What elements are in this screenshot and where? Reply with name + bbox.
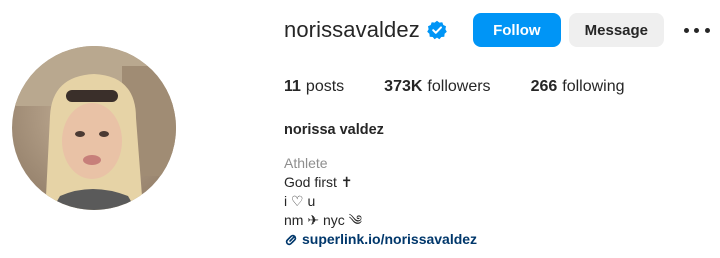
stat-value: 11 bbox=[284, 78, 301, 95]
bio-line: nm ✈ nyc ༄ bbox=[284, 212, 363, 228]
bio-line: i ♡ u bbox=[284, 193, 316, 209]
stat-value: 373K bbox=[384, 78, 423, 95]
stat-label: followers bbox=[427, 78, 491, 95]
bio-link[interactable]: superlink.io/norissavaldez bbox=[284, 230, 477, 249]
stat-label: following bbox=[562, 78, 625, 95]
category-label: Athlete bbox=[284, 155, 328, 171]
bio-line: God first ✝ bbox=[284, 174, 353, 190]
username: norissavaldez bbox=[284, 17, 420, 42]
profile-header: norissavaldez Follow Message bbox=[284, 12, 710, 48]
followers-count[interactable]: 373K followers bbox=[384, 78, 490, 96]
profile-avatar[interactable] bbox=[12, 46, 176, 210]
posts-count: 11 posts bbox=[284, 78, 344, 96]
more-options-icon[interactable] bbox=[683, 20, 710, 40]
message-button[interactable]: Message bbox=[568, 13, 664, 47]
dot bbox=[694, 27, 700, 33]
full-name: norissa valdez bbox=[284, 122, 384, 138]
following-count[interactable]: 266 following bbox=[531, 78, 625, 96]
profile-stats: 11 posts 373K followers 266 following bbox=[284, 78, 665, 96]
link-icon bbox=[284, 233, 298, 247]
dot bbox=[704, 27, 710, 33]
stat-value: 266 bbox=[530, 78, 558, 95]
dot bbox=[683, 27, 689, 33]
stat-label: posts bbox=[305, 78, 345, 95]
bio-link-text[interactable]: superlink.io/norissavaldez bbox=[302, 230, 477, 249]
profile-bio: Athlete God first ✝ i ♡ u nm ✈ nyc ༄ sup… bbox=[284, 154, 477, 249]
avatar-image bbox=[12, 46, 176, 210]
follow-button[interactable]: Follow bbox=[472, 13, 561, 47]
verified-badge-icon bbox=[427, 20, 447, 40]
